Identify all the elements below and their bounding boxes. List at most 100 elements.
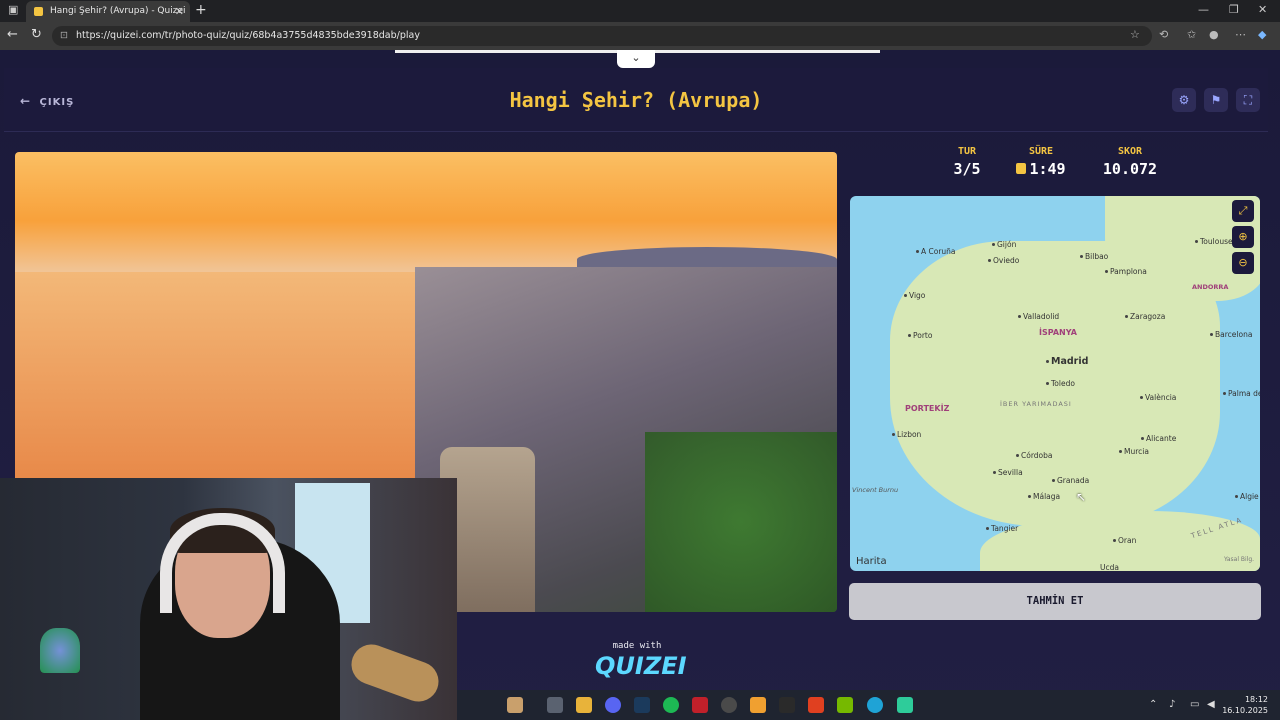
- microphone-icon[interactable]: ♪: [1169, 699, 1175, 710]
- map-label: A Coruña: [916, 247, 956, 256]
- sidebar-toggle-icon[interactable]: ▣: [8, 3, 18, 16]
- map-label: Porto: [908, 331, 932, 340]
- map-label: Pamplona: [1105, 267, 1147, 276]
- map-label: Algie: [1235, 492, 1259, 501]
- round-stat: TUR 3/5: [947, 146, 987, 178]
- edge-icon[interactable]: [867, 697, 883, 713]
- round-label: TUR: [957, 146, 977, 157]
- map-label: Madrid: [1046, 356, 1088, 367]
- tray-chevron-icon[interactable]: ⌃: [1149, 699, 1157, 710]
- map-label: Toledo: [1046, 379, 1075, 388]
- map-label: Ucda: [1100, 563, 1119, 571]
- restore-icon[interactable]: ❐: [1229, 3, 1239, 16]
- zoom-out-icon[interactable]: ⊖: [1232, 252, 1254, 274]
- volume-icon[interactable]: ◀: [1207, 699, 1215, 710]
- round-value: 3/5: [953, 160, 981, 178]
- map-label: Tangier: [986, 524, 1018, 533]
- map-label: İBER YARIMADASI: [1000, 400, 1072, 408]
- map-label: ANDORRA: [1192, 283, 1229, 291]
- clock-date: 16.10.2025: [1222, 706, 1268, 715]
- map-label: Sevilla: [993, 468, 1023, 477]
- favorites-icon[interactable]: ✩: [1187, 28, 1196, 41]
- webcam-neon-light: [40, 628, 80, 673]
- lock-icon: ⊡: [60, 30, 68, 41]
- fullscreen-icon[interactable]: ⛶: [1236, 88, 1260, 112]
- minimize-icon[interactable]: —: [1198, 3, 1209, 16]
- photo-park: [645, 432, 837, 612]
- browser-tab-bar: ▣ Hangi Şehir? (Avrupa) - Quizei ✕ + — ❐…: [0, 0, 1280, 22]
- map-label: Granada: [1052, 476, 1089, 485]
- map-label: Oviedo: [988, 256, 1019, 265]
- settings-gear-icon[interactable]: ⚙: [1172, 88, 1196, 112]
- map-legal-link[interactable]: Yasal Bilg.: [1224, 556, 1254, 563]
- map-label: Vincent Burnu: [852, 486, 899, 494]
- time-value: 1:49: [1029, 160, 1066, 178]
- map-label: Gijón: [992, 240, 1016, 249]
- map-label: València: [1140, 393, 1176, 402]
- close-tab-icon[interactable]: ✕: [175, 1, 184, 22]
- webcam-microphone: [345, 638, 445, 708]
- guess-map[interactable]: A Coruña Gijón Oviedo Bilbao Toulouse Pa…: [850, 196, 1260, 571]
- close-window-icon[interactable]: ✕: [1258, 3, 1267, 16]
- report-flag-icon[interactable]: ⚑: [1204, 88, 1228, 112]
- more-menu-icon[interactable]: ⋯: [1235, 28, 1246, 41]
- address-toolbar: ← ↻ ⊡ https://quizei.com/tr/photo-quiz/q…: [0, 22, 1280, 50]
- url-field[interactable]: ⊡ https://quizei.com/tr/photo-quiz/quiz/…: [52, 26, 1152, 46]
- map-label: Murcia: [1119, 447, 1149, 456]
- score-label: SKOR: [1117, 146, 1143, 157]
- profile-avatar-icon[interactable]: ●: [1209, 28, 1219, 41]
- windows-taskbar: ⌃ ♪ ▭ ◀ 18:12 16.10.2025: [457, 690, 1280, 720]
- browser-tab[interactable]: Hangi Şehir? (Avrupa) - Quizei ✕: [26, 1, 190, 22]
- quiz-header: ← ÇIKIŞ Hangi Şehir? (Avrupa) ⚙ ⚑ ⛶: [4, 68, 1268, 132]
- map-label: İSPANYA: [1039, 328, 1077, 337]
- map-label: Málaga: [1028, 492, 1060, 501]
- url-text: https://quizei.com/tr/photo-quiz/quiz/68…: [76, 30, 420, 41]
- map-label: Palma de: [1223, 389, 1260, 398]
- steam-icon[interactable]: [634, 697, 650, 713]
- map-label: Valladolid: [1018, 312, 1059, 321]
- collapse-chevron-icon[interactable]: ⌄: [617, 50, 655, 68]
- map-label: Vigo: [904, 291, 925, 300]
- copilot-icon[interactable]: ◆: [1258, 28, 1266, 41]
- map-label: Bilbao: [1080, 252, 1108, 261]
- file-explorer-icon[interactable]: [576, 697, 592, 713]
- zoom-in-icon[interactable]: ⊕: [1232, 226, 1254, 248]
- score-stat: SKOR 10.072: [1096, 146, 1164, 178]
- map-label: Zaragoza: [1125, 312, 1165, 321]
- widget-icon[interactable]: [507, 697, 523, 713]
- map-expand-icon[interactable]: ⤢: [1232, 200, 1254, 222]
- quizei-logo[interactable]: QUIZEI: [595, 652, 687, 680]
- map-label: Barcelona: [1210, 330, 1252, 339]
- obs-icon[interactable]: [721, 697, 737, 713]
- time-stat: SÜRE 1:49: [1010, 146, 1072, 178]
- time-label: SÜRE: [1028, 146, 1054, 157]
- quiz-title: Hangi Şehir? (Avrupa): [509, 88, 763, 112]
- new-tab-icon[interactable]: +: [195, 2, 207, 18]
- map-label: PORTEKİZ: [905, 404, 950, 413]
- back-nav-icon[interactable]: ←: [7, 27, 18, 42]
- epic-games-icon[interactable]: [779, 697, 795, 713]
- made-with-text: made with: [612, 641, 662, 651]
- app-icon[interactable]: [808, 697, 824, 713]
- mouse-cursor-icon: ↖: [1076, 490, 1087, 504]
- guess-button[interactable]: TAHMİN ET: [849, 583, 1261, 620]
- quizei-favicon-icon: [34, 7, 43, 16]
- refresh-icon[interactable]: ↻: [31, 27, 42, 42]
- taskbar-clock[interactable]: 18:12 16.10.2025: [1222, 694, 1268, 716]
- timer-icon: [1016, 163, 1027, 174]
- map-label: Lizbon: [892, 430, 921, 439]
- valorant-icon[interactable]: [692, 697, 708, 713]
- discord-icon[interactable]: [605, 697, 621, 713]
- tab-title: Hangi Şehir? (Avrupa) - Quizei: [50, 6, 186, 16]
- score-value: 10.072: [1102, 160, 1158, 178]
- clock-time: 18:12: [1244, 695, 1268, 704]
- favorite-star-icon[interactable]: ☆: [1130, 28, 1140, 41]
- nvidia-icon[interactable]: [837, 697, 853, 713]
- app-icon[interactable]: [897, 697, 913, 713]
- spotify-icon[interactable]: [663, 697, 679, 713]
- brave-icon[interactable]: [750, 697, 766, 713]
- task-view-icon[interactable]: [547, 697, 563, 713]
- extensions-icon[interactable]: ⟲: [1159, 28, 1168, 41]
- network-icon[interactable]: ▭: [1190, 699, 1199, 710]
- map-label: Toulouse: [1195, 237, 1233, 246]
